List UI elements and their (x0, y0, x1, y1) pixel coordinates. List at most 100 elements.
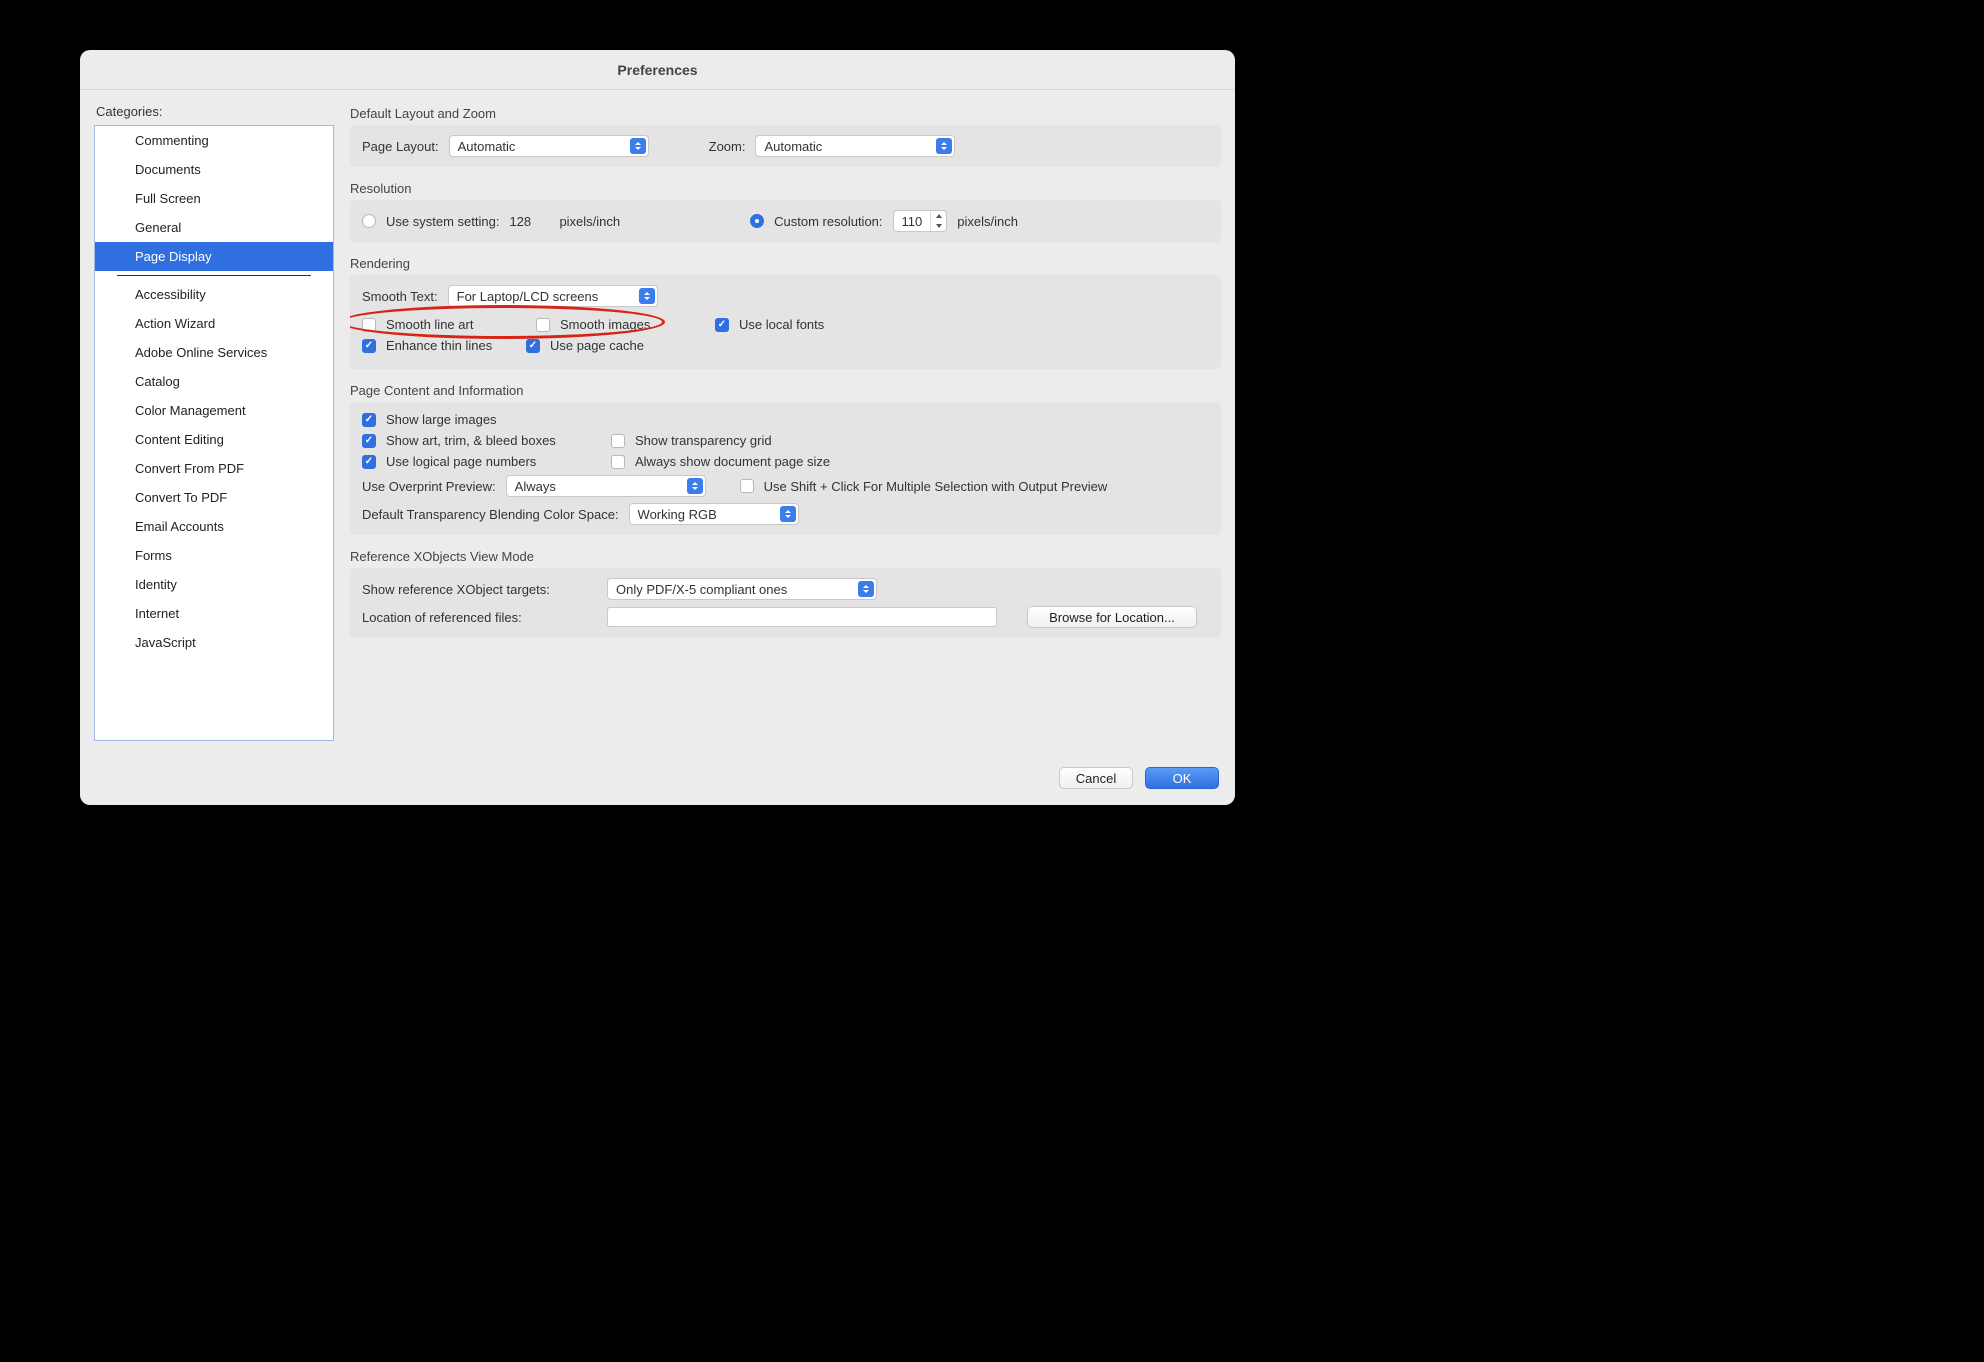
radio-system-setting[interactable] (362, 214, 376, 228)
use-page-cache-label: Use page cache (550, 338, 644, 353)
category-convert-to-pdf[interactable]: Convert To PDF (95, 483, 333, 512)
custom-unit: pixels/inch (957, 214, 1018, 229)
category-divider (117, 275, 311, 276)
checkbox-show-boxes[interactable] (362, 434, 376, 448)
updown-icon (936, 138, 952, 154)
panel-xobjects: Show reference XObject targets: Only PDF… (350, 568, 1221, 638)
updown-icon (639, 288, 655, 304)
cancel-button[interactable]: Cancel (1059, 767, 1133, 789)
overprint-label: Use Overprint Preview: (362, 479, 496, 494)
main-panel: Default Layout and Zoom Page Layout: Aut… (350, 104, 1221, 741)
use-logical-pages-label: Use logical page numbers (386, 454, 601, 469)
checkbox-use-page-cache[interactable] (526, 339, 540, 353)
updown-icon (630, 138, 646, 154)
checkbox-always-show-size[interactable] (611, 455, 625, 469)
page-layout-value: Automatic (458, 139, 516, 154)
sidebar: Categories: Commenting Documents Full Sc… (94, 104, 334, 741)
window-titlebar: Preferences (80, 50, 1235, 90)
browse-location-button[interactable]: Browse for Location... (1027, 606, 1197, 628)
checkbox-show-transparency-grid[interactable] (611, 434, 625, 448)
page-layout-select[interactable]: Automatic (449, 135, 649, 157)
xobject-location-field[interactable] (607, 607, 997, 627)
use-local-fonts-label: Use local fonts (739, 317, 824, 332)
category-general[interactable]: General (95, 213, 333, 242)
zoom-value: Automatic (764, 139, 822, 154)
shift-click-label: Use Shift + Click For Multiple Selection… (764, 479, 1108, 494)
smooth-images-label: Smooth images (560, 317, 670, 332)
blending-select[interactable]: Working RGB (629, 503, 799, 525)
always-show-size-label: Always show document page size (635, 454, 830, 469)
checkbox-shift-click[interactable] (740, 479, 754, 493)
section-rendering-title: Rendering (350, 256, 1221, 271)
stepper-arrows-icon[interactable] (930, 211, 946, 231)
browse-location-label: Browse for Location... (1049, 610, 1175, 625)
content-area: Categories: Commenting Documents Full Sc… (80, 90, 1235, 755)
ok-label: OK (1173, 771, 1192, 786)
category-forms[interactable]: Forms (95, 541, 333, 570)
checkbox-enhance-thin-lines[interactable] (362, 339, 376, 353)
panel-rendering: Smooth Text: For Laptop/LCD screens Smoo… (350, 275, 1221, 369)
smooth-text-value: For Laptop/LCD screens (457, 289, 599, 304)
updown-icon (858, 581, 874, 597)
custom-resolution-stepper[interactable]: 110 (893, 210, 948, 232)
category-javascript[interactable]: JavaScript (95, 628, 333, 657)
section-resolution-title: Resolution (350, 181, 1221, 196)
xobject-location-label: Location of referenced files: (362, 610, 597, 625)
checkbox-smooth-line-art[interactable] (362, 318, 376, 332)
show-transparency-grid-label: Show transparency grid (635, 433, 772, 448)
overprint-value: Always (515, 479, 556, 494)
section-xobjects-title: Reference XObjects View Mode (350, 549, 1221, 564)
category-page-display[interactable]: Page Display (95, 242, 333, 271)
dialog-footer: Cancel OK (80, 755, 1235, 805)
smooth-text-label: Smooth Text: (362, 289, 438, 304)
category-email-accounts[interactable]: Email Accounts (95, 512, 333, 541)
panel-page-content: Show large images Show art, trim, & blee… (350, 402, 1221, 535)
category-content-editing[interactable]: Content Editing (95, 425, 333, 454)
category-internet[interactable]: Internet (95, 599, 333, 628)
panel-layout: Page Layout: Automatic Zoom: Automatic (350, 125, 1221, 167)
radio-custom-resolution[interactable] (750, 214, 764, 228)
zoom-select[interactable]: Automatic (755, 135, 955, 157)
smooth-line-art-label: Smooth line art (386, 317, 496, 332)
categories-label: Categories: (94, 104, 334, 119)
smooth-text-select[interactable]: For Laptop/LCD screens (448, 285, 658, 307)
show-large-images-label: Show large images (386, 412, 497, 427)
updown-icon (780, 506, 796, 522)
system-setting-label: Use system setting: (386, 214, 499, 229)
system-unit: pixels/inch (559, 214, 620, 229)
category-convert-from-pdf[interactable]: Convert From PDF (95, 454, 333, 483)
blending-label: Default Transparency Blending Color Spac… (362, 507, 619, 522)
xobject-targets-label: Show reference XObject targets: (362, 582, 597, 597)
checkbox-smooth-images[interactable] (536, 318, 550, 332)
category-identity[interactable]: Identity (95, 570, 333, 599)
category-documents[interactable]: Documents (95, 155, 333, 184)
preferences-window: Preferences Categories: Commenting Docum… (80, 50, 1235, 805)
custom-resolution-label: Custom resolution: (774, 214, 882, 229)
category-color-management[interactable]: Color Management (95, 396, 333, 425)
checkbox-show-large-images[interactable] (362, 413, 376, 427)
category-action-wizard[interactable]: Action Wizard (95, 309, 333, 338)
blending-value: Working RGB (638, 507, 717, 522)
category-accessibility[interactable]: Accessibility (95, 280, 333, 309)
ok-button[interactable]: OK (1145, 767, 1219, 789)
category-list[interactable]: Commenting Documents Full Screen General… (94, 125, 334, 741)
category-catalog[interactable]: Catalog (95, 367, 333, 396)
page-layout-label: Page Layout: (362, 139, 439, 154)
panel-resolution: Use system setting: 128 pixels/inch Cust… (350, 200, 1221, 242)
cancel-label: Cancel (1076, 771, 1116, 786)
checkbox-use-local-fonts[interactable] (715, 318, 729, 332)
category-adobe-online[interactable]: Adobe Online Services (95, 338, 333, 367)
xobject-targets-value: Only PDF/X-5 compliant ones (616, 582, 787, 597)
checkbox-use-logical-pages[interactable] (362, 455, 376, 469)
section-layout-title: Default Layout and Zoom (350, 106, 1221, 121)
category-full-screen[interactable]: Full Screen (95, 184, 333, 213)
enhance-thin-lines-label: Enhance thin lines (386, 338, 516, 353)
updown-icon (687, 478, 703, 494)
zoom-label: Zoom: (709, 139, 746, 154)
category-commenting[interactable]: Commenting (95, 126, 333, 155)
section-page-content-title: Page Content and Information (350, 383, 1221, 398)
show-boxes-label: Show art, trim, & bleed boxes (386, 433, 601, 448)
xobject-targets-select[interactable]: Only PDF/X-5 compliant ones (607, 578, 877, 600)
system-setting-value: 128 (509, 214, 549, 229)
overprint-select[interactable]: Always (506, 475, 706, 497)
